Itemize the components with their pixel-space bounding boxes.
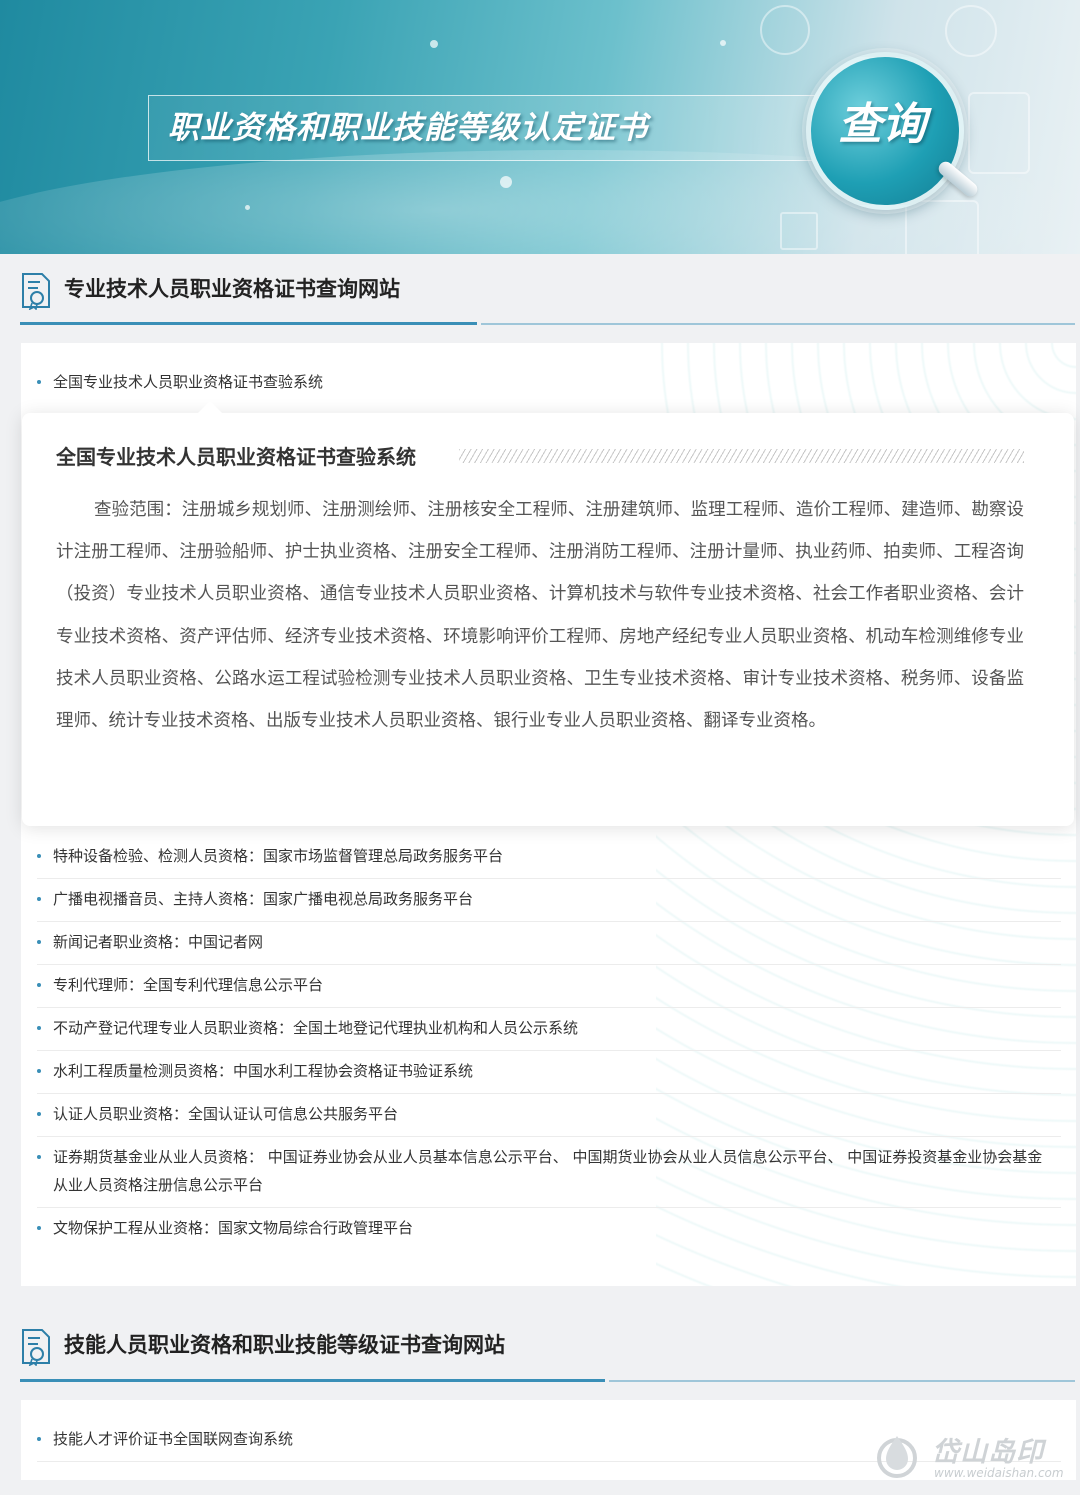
- list-item-link[interactable]: 水利工程质量检测员资格：中国水利工程协会资格证书验证系统: [37, 1057, 1061, 1085]
- bullet-icon: [37, 1155, 41, 1159]
- watermark-logo: 岱山岛印 www.weidaishan.com: [874, 1430, 1074, 1485]
- list-item[interactable]: 水利工程质量检测员资格：中国水利工程协会资格证书验证系统: [37, 1057, 1061, 1094]
- bullet-icon: [37, 983, 41, 987]
- certificate-search-icon: [22, 1329, 50, 1366]
- bullet-icon: [37, 1226, 41, 1230]
- bullet-icon: [37, 854, 41, 858]
- bullet-icon: [37, 1026, 41, 1030]
- certificate-icon: [905, 200, 979, 254]
- section-header-professional: 专业技术人员职业资格证书查询网站: [20, 258, 1075, 318]
- list-item-link[interactable]: 特种设备检验、检测人员资格：国家市场监督管理总局政务服务平台: [37, 842, 1061, 870]
- medal-icon: [945, 5, 997, 57]
- popup-body: 查验范围：注册城乡规划师、注册测绘师、注册核安全工程师、注册建筑师、监理工程师、…: [56, 500, 1024, 732]
- banner-title: 职业资格和职业技能等级认定证书: [168, 110, 648, 146]
- section-title: 技能人员职业资格和职业技能等级证书查询网站: [64, 1333, 505, 1357]
- banner-dot: [430, 40, 438, 48]
- section-underline: [20, 1379, 605, 1382]
- popup-detail-card: 全国专业技术人员职业资格证书查验系统 查验范围：注册城乡规划师、注册测绘师、注册…: [22, 401, 1074, 826]
- section-underline-light: [609, 1380, 1075, 1382]
- list-item-link[interactable]: 全国专业技术人员职业资格证书查验系统: [37, 368, 1061, 396]
- list-item[interactable]: 专利代理师：全国专利代理信息公示平台: [37, 971, 1061, 1008]
- list-item[interactable]: 认证人员职业资格：全国认证认可信息公共服务平台: [37, 1100, 1061, 1137]
- logo-name: 岱山岛印: [932, 1437, 1044, 1468]
- section-title: 专业技术人员职业资格证书查询网站: [64, 277, 400, 301]
- header-banner: 职业资格和职业技能等级认定证书 查询: [0, 0, 1080, 254]
- list-item[interactable]: 文物保护工程从业资格：国家文物局综合行政管理平台: [37, 1214, 1061, 1250]
- bullet-icon: [37, 1112, 41, 1116]
- droplet-logo-icon: [877, 1436, 917, 1478]
- list-item[interactable]: 不动产登记代理专业人员职业资格：全国土地登记代理执业机构和人员公示系统: [37, 1014, 1061, 1051]
- list-item[interactable]: 新闻记者职业资格：中国记者网: [37, 928, 1061, 965]
- certificate-icon: [968, 92, 1030, 174]
- section-underline-light: [481, 323, 1075, 325]
- medal-icon: [760, 5, 810, 55]
- star-badge-icon: [780, 212, 818, 250]
- bullet-icon: [37, 1069, 41, 1073]
- bullet-icon: [37, 1437, 41, 1441]
- bullet-icon: [37, 380, 41, 384]
- banner-dot: [720, 40, 726, 46]
- bullet-icon: [37, 940, 41, 944]
- banner-query-label: 查询: [838, 99, 926, 150]
- banner-dot: [245, 205, 250, 210]
- list-item[interactable]: 广播电视播音员、主持人资格：国家广播电视总局政务服务平台: [37, 885, 1061, 922]
- certificate-search-icon: [22, 273, 50, 310]
- list-item-link[interactable]: 不动产登记代理专业人员职业资格：全国土地登记代理执业机构和人员公示系统: [37, 1014, 1061, 1042]
- list-item[interactable]: 证券期货基金业从业人员资格： 中国证券业协会从业人员基本信息公示平台、 中国期货…: [37, 1143, 1061, 1208]
- bullet-icon: [37, 897, 41, 901]
- popup-title: 全国专业技术人员职业资格证书查验系统: [56, 445, 416, 469]
- section-underline: [20, 322, 477, 325]
- list-item-link[interactable]: 广播电视播音员、主持人资格：国家广播电视总局政务服务平台: [37, 885, 1061, 913]
- list-item[interactable]: 特种设备检验、检测人员资格：国家市场监督管理总局政务服务平台: [37, 842, 1061, 879]
- list-item-link[interactable]: 认证人员职业资格：全国认证认可信息公共服务平台: [37, 1100, 1061, 1128]
- list-item-link[interactable]: 证券期货基金业从业人员资格： 中国证券业协会从业人员基本信息公示平台、 中国期货…: [37, 1143, 1061, 1199]
- list-item-link[interactable]: 新闻记者职业资格：中国记者网: [37, 928, 1061, 956]
- popup-title-hatch: [459, 449, 1024, 463]
- banner-dot: [500, 176, 512, 188]
- section-header-skills: 技能人员职业资格和职业技能等级证书查询网站: [20, 1314, 1075, 1374]
- logo-url: www.weidaishan.com: [934, 1466, 1064, 1480]
- list-item[interactable]: 全国专业技术人员职业资格证书查验系统: [37, 368, 1061, 396]
- popup-arrow: [198, 401, 222, 413]
- list-item-link[interactable]: 文物保护工程从业资格：国家文物局综合行政管理平台: [37, 1214, 1061, 1242]
- list-item-link[interactable]: 专利代理师：全国专利代理信息公示平台: [37, 971, 1061, 999]
